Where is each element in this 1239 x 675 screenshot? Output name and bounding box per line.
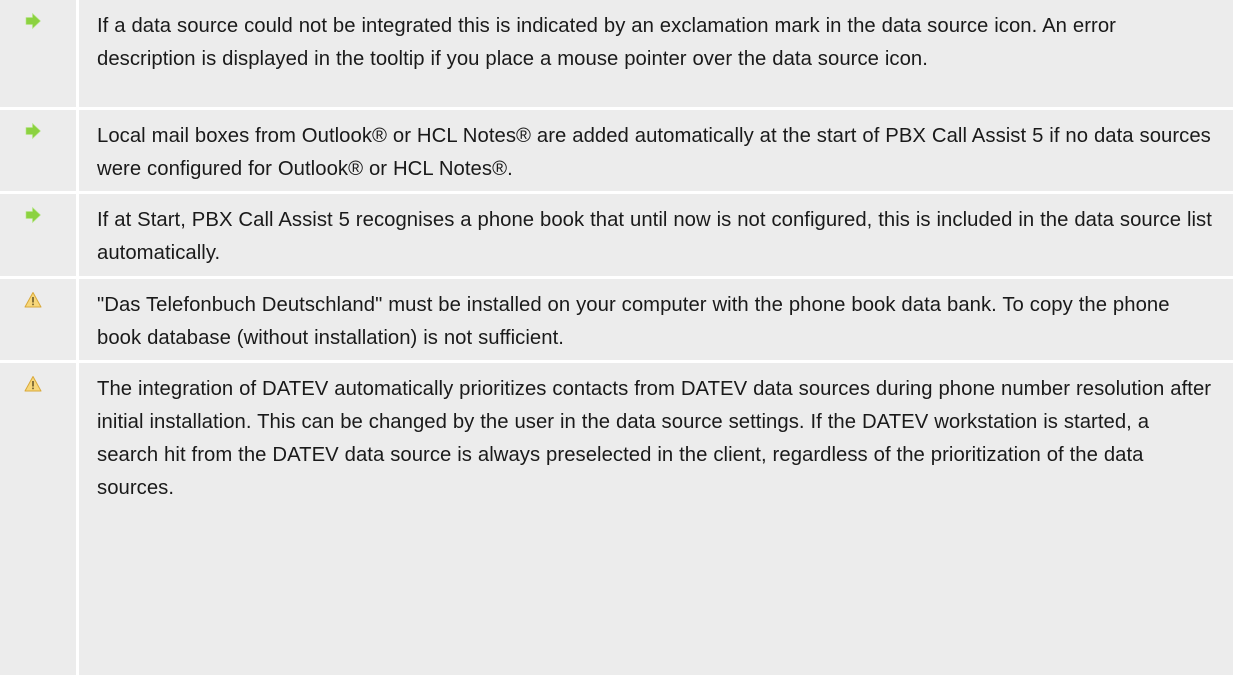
note-icon-cell	[0, 363, 79, 675]
note-row: If at Start, PBX Call Assist 5 recognise…	[0, 194, 1233, 279]
note-row: Local mail boxes from Outlook® or HCL No…	[0, 110, 1233, 194]
note-row: "Das Telefonbuch Deutschland" must be in…	[0, 279, 1233, 363]
note-text: If at Start, PBX Call Assist 5 recognise…	[97, 209, 1212, 264]
note-text: "Das Telefonbuch Deutschland" must be in…	[97, 294, 1170, 349]
green-arrow-right-icon	[25, 122, 41, 140]
note-text: If a data source could not be integrated…	[97, 15, 1116, 70]
notes-table: If a data source could not be integrated…	[0, 0, 1233, 675]
note-icon-cell	[0, 279, 79, 360]
note-row: If a data source could not be integrated…	[0, 0, 1233, 110]
warning-triangle-icon	[24, 292, 42, 308]
warning-triangle-icon	[24, 376, 42, 392]
green-arrow-right-icon	[25, 12, 41, 30]
note-icon-cell	[0, 194, 79, 276]
note-text: Local mail boxes from Outlook® or HCL No…	[97, 125, 1211, 180]
note-icon-cell	[0, 0, 79, 107]
green-arrow-right-icon	[25, 206, 41, 224]
note-text: The integration of DATEV automatically p…	[97, 378, 1212, 499]
note-row: The integration of DATEV automatically p…	[0, 363, 1233, 675]
note-icon-cell	[0, 110, 79, 191]
